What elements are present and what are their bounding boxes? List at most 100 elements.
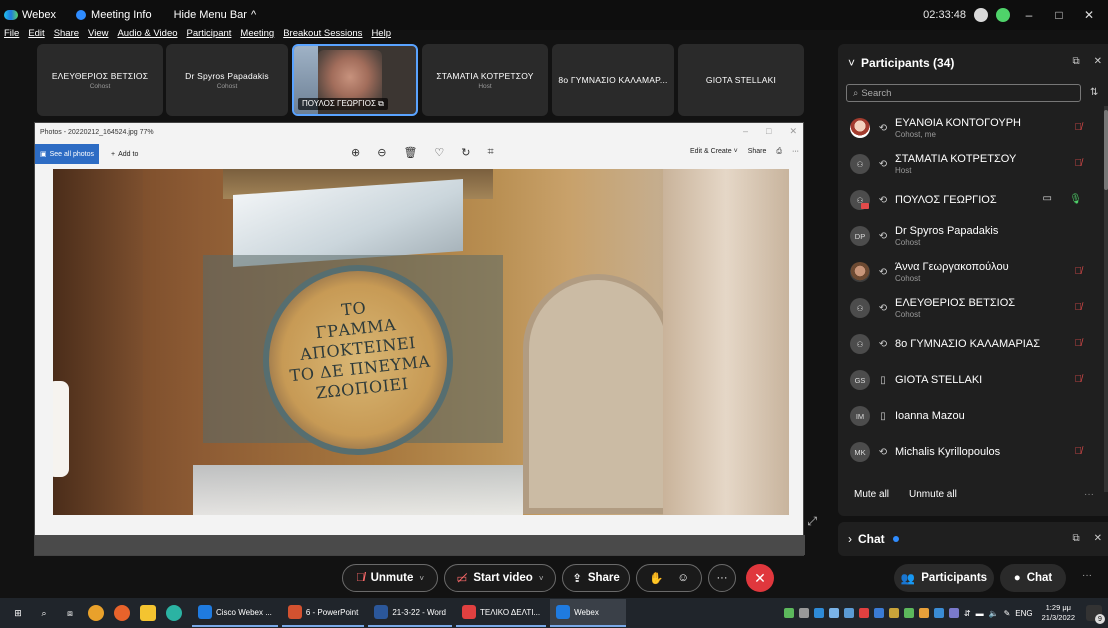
- video-tile[interactable]: ΣΤΑΜΑΤΙΑ ΚΟΤΡΕΤΣΟΥ Host: [422, 44, 548, 116]
- taskbar-app[interactable]: Cisco Webex ...: [192, 599, 278, 627]
- tile-name: 8ο ΓΥΜΝΑΣΙΟ ΚΑΛΑΜΑΡ...: [558, 75, 668, 85]
- participant-row[interactable]: ⚇ ⟲ ΠΟΥΛΟΣ ΓΕΩΡΓΙΟΣ ▭ 🎙: [838, 182, 1100, 218]
- tray-app-icon[interactable]: [783, 608, 794, 618]
- participant-row[interactable]: ⟲ Άννα Γεωργακοπούλου Cohost 🎙̸: [838, 254, 1100, 290]
- app-name[interactable]: Webex: [0, 9, 56, 21]
- tray-app-icon[interactable]: [843, 608, 854, 618]
- video-tile[interactable]: ΕΛΕΥΘΕΡΙΟΣ ΒΕΤΣΙΟΣ Cohost: [37, 44, 163, 116]
- participant-row[interactable]: ⟲ ΕΥΑΝΘΙΑ ΚΟΝΤΟΓΟΥΡΗ Cohost, me 🎙̸: [838, 110, 1100, 146]
- start-video-button[interactable]: ▭̸ Start video ˅: [444, 564, 556, 592]
- minimize-icon[interactable]: –: [1018, 8, 1040, 22]
- file-explorer-icon[interactable]: [140, 605, 156, 621]
- participant-search-input[interactable]: ⌕ Search: [846, 84, 1081, 102]
- mic-muted-icon[interactable]: 🎙̸: [1075, 158, 1083, 169]
- pen-icon[interactable]: ✎: [1004, 609, 1011, 618]
- sync-icon: ⟲: [878, 194, 888, 206]
- search-icon[interactable]: ⌕: [36, 605, 52, 621]
- menu-help[interactable]: Help: [371, 28, 391, 42]
- participant-row[interactable]: ⚇ ⟲ ΕΛΕΥΘΕΡΙΟΣ ΒΕΤΣΙΟΣ Cohost 🎙̸: [838, 290, 1100, 326]
- volume-icon[interactable]: 🔈: [989, 609, 999, 618]
- participants-header[interactable]: ˅ Participants (34) ⧉ ✕: [838, 44, 1108, 82]
- participant-row[interactable]: DP ⟲ Dr Spyros Papadakis Cohost: [838, 218, 1100, 254]
- restore-icon[interactable]: □: [1048, 8, 1070, 22]
- participant-row[interactable]: GS ▯ GIOTA STELLAKI 🎙̸: [838, 362, 1100, 398]
- mic-muted-icon[interactable]: 🎙̸: [1075, 446, 1083, 457]
- user-status-icon[interactable]: [996, 8, 1010, 22]
- reactions-icon[interactable]: ☺: [677, 572, 689, 584]
- participants-toggle-button[interactable]: 👥 Participants: [894, 564, 994, 592]
- taskbar-clock[interactable]: 1:29 μμ 21/3/2022: [1042, 603, 1075, 623]
- unmute-button[interactable]: 🎙̸ Unmute ˅: [342, 564, 438, 592]
- menu-audio-video[interactable]: Audio & Video: [117, 28, 177, 42]
- unmute-all-button[interactable]: Unmute all: [909, 489, 957, 500]
- windows-start-icon[interactable]: ⊞: [10, 605, 26, 621]
- tray-app-icon[interactable]: [948, 608, 959, 618]
- menu-participant[interactable]: Participant: [187, 28, 232, 42]
- menu-file[interactable]: File: [4, 28, 19, 42]
- participant-row[interactable]: ⚇ ⟲ ΣΤΑΜΑΤΙΑ ΚΟΤΡΕΤΣΟΥ Host 🎙̸: [838, 146, 1100, 182]
- more-options-button[interactable]: ···: [708, 564, 736, 592]
- popout-icon[interactable]: ⧉: [1072, 56, 1079, 67]
- menu-share[interactable]: Share: [54, 28, 79, 42]
- meeting-info-button[interactable]: Meeting Info: [76, 9, 152, 21]
- leave-meeting-button[interactable]: ✕: [746, 564, 774, 592]
- close-icon[interactable]: ✕: [1094, 533, 1102, 544]
- language-indicator[interactable]: ENG: [1015, 609, 1032, 618]
- menu-edit[interactable]: Edit: [28, 28, 44, 42]
- mic-muted-icon[interactable]: 🎙̸: [1075, 266, 1083, 277]
- sort-icon[interactable]: ⇅: [1090, 87, 1098, 98]
- tray-app-icon[interactable]: [888, 608, 899, 618]
- mute-all-button[interactable]: Mute all: [854, 489, 889, 500]
- menu-breakout-sessions[interactable]: Breakout Sessions: [283, 28, 362, 42]
- close-icon[interactable]: ✕: [1078, 8, 1100, 22]
- participants-scrollbar[interactable]: [1104, 106, 1108, 492]
- video-tile[interactable]: 8ο ΓΥΜΝΑΣΙΟ ΚΑΛΑΜΑΡ...: [552, 44, 674, 116]
- minimize-icon: –: [743, 126, 749, 136]
- tray-app-icon[interactable]: [813, 608, 824, 618]
- chrome-icon[interactable]: [88, 605, 104, 621]
- chat-toggle-button[interactable]: ● Chat: [1000, 564, 1066, 592]
- hide-menu-bar-button[interactable]: Hide Menu Bar ^: [174, 9, 257, 21]
- participant-row[interactable]: ⚇ ⟲ 8ο ΓΥΜΝΑΣΙΟ ΚΑΛΑΜΑΡΙΑΣ 🎙̸: [838, 326, 1100, 362]
- close-icon[interactable]: ✕: [1094, 56, 1102, 67]
- taskbar-app-active[interactable]: Webex: [550, 599, 627, 627]
- mic-on-icon[interactable]: 🎙: [1069, 194, 1082, 205]
- help-icon[interactable]: [974, 8, 988, 22]
- raise-hand-icon[interactable]: ✋: [649, 571, 663, 585]
- scrollbar-thumb[interactable]: [1104, 110, 1108, 190]
- task-view-icon[interactable]: ⧈: [62, 605, 78, 621]
- video-tile[interactable]: GIOTA STELLAKI: [678, 44, 804, 116]
- tray-app-icon[interactable]: [903, 608, 914, 618]
- taskbar-app[interactable]: ΤΕΛΙΚΟ ΔΕΛΤΙ...: [456, 599, 547, 627]
- tray-app-icon[interactable]: [798, 608, 809, 618]
- mic-muted-icon[interactable]: 🎙̸: [1075, 122, 1083, 133]
- taskbar-app[interactable]: 21-3-22 - Word: [368, 599, 452, 627]
- active-video-tile[interactable]: ΠΟΥΛΟΣ ΓΕΩΡΓΙΟΣ ⧉: [292, 44, 418, 116]
- more-options-icon[interactable]: ···: [1084, 489, 1094, 500]
- chat-panel-header[interactable]: › Chat ⧉ ✕: [838, 522, 1108, 556]
- taskbar-app[interactable]: 6 - PowerPoint: [281, 599, 365, 627]
- mic-muted-icon[interactable]: 🎙̸: [1075, 302, 1083, 313]
- battery-icon[interactable]: ▬: [976, 609, 984, 618]
- tray-app-icon[interactable]: [858, 608, 869, 618]
- share-button[interactable]: ⇪ Share: [562, 564, 630, 592]
- firefox-icon[interactable]: [114, 605, 130, 621]
- tray-app-icon[interactable]: [918, 608, 929, 618]
- tray-app-icon[interactable]: [873, 608, 884, 618]
- expand-icon[interactable]: ⤢: [807, 514, 817, 529]
- tile-name: ΕΛΕΥΘΕΡΙΟΣ ΒΕΤΣΙΟΣ: [51, 70, 149, 81]
- notification-center-icon[interactable]: [1086, 605, 1105, 624]
- popout-icon[interactable]: ⧉: [1072, 533, 1079, 544]
- more-icon[interactable]: ···: [1082, 570, 1092, 581]
- tray-app-icon[interactable]: [828, 608, 839, 618]
- mic-muted-icon[interactable]: 🎙̸: [1075, 338, 1083, 349]
- participant-row[interactable]: MK ⟲ Michalis Kyrillopoulos 🎙̸: [838, 434, 1100, 470]
- participant-row[interactable]: IM ▯ Ioanna Mazou: [838, 398, 1100, 434]
- edge-icon[interactable]: [166, 605, 182, 621]
- tray-app-icon[interactable]: [933, 608, 944, 618]
- menu-meeting[interactable]: Meeting: [240, 28, 274, 42]
- menu-view[interactable]: View: [88, 28, 108, 42]
- network-icon[interactable]: ⇵: [964, 609, 971, 618]
- video-tile[interactable]: Dr Spyros Papadakis Cohost: [166, 44, 288, 116]
- mic-muted-icon[interactable]: 🎙̸: [1075, 374, 1083, 385]
